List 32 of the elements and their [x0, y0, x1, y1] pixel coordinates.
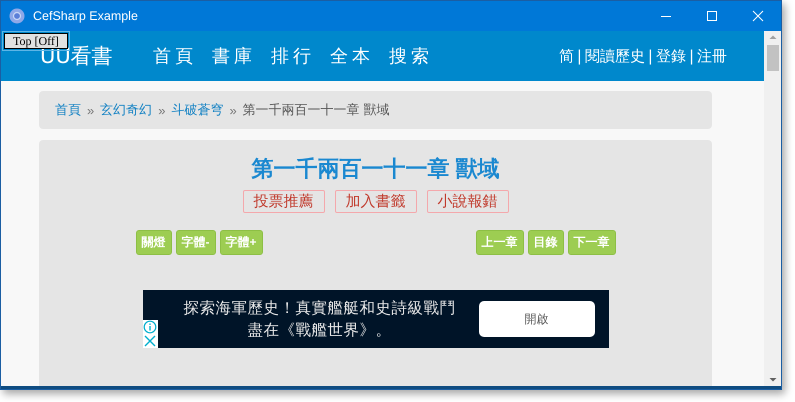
top-button[interactable]: Top [Off]: [4, 33, 68, 49]
user-link[interactable]: 閱讀歷史: [584, 46, 645, 66]
nav-link[interactable]: 書庫: [212, 44, 256, 68]
nav-link[interactable]: 全本: [330, 44, 374, 68]
separator: |: [576, 47, 582, 65]
nav-link[interactable]: 搜索: [388, 44, 433, 68]
separator: |: [648, 47, 653, 65]
breadcrumb-link[interactable]: 斗破蒼穹: [171, 101, 224, 119]
user-link[interactable]: 注冊: [697, 46, 727, 66]
window-title: CefSharp Example: [33, 9, 138, 23]
breadcrumb-separator: »: [158, 102, 166, 118]
scrollbar[interactable]: [764, 31, 781, 386]
breadcrumb-link[interactable]: 玄幻奇幻: [100, 101, 152, 119]
action-button[interactable]: 加入書籤: [334, 190, 416, 213]
action-button[interactable]: 投票推薦: [242, 190, 324, 213]
action-button[interactable]: 小說報錯: [426, 190, 508, 213]
separator: |: [688, 47, 694, 65]
breadcrumb-link[interactable]: 首頁: [55, 101, 81, 119]
user-link[interactable]: 简: [558, 46, 574, 66]
info-icon[interactable]: [143, 320, 157, 334]
ad-text: 探索海軍歷史！真實艦艇和史詩級戰鬥 盡在《戰艦世界》。: [182, 298, 456, 341]
breadcrumb-separator: »: [229, 102, 237, 118]
nav-link[interactable]: 首頁: [152, 44, 197, 68]
chapter-title: 第一千兩百一十一章 獸域: [251, 155, 500, 183]
browser-logo-icon: [9, 8, 25, 24]
close-icon[interactable]: [143, 334, 157, 348]
breadcrumb-separator: »: [87, 102, 94, 118]
nav-link[interactable]: 排行: [270, 44, 315, 68]
scroll-thumb[interactable]: [766, 45, 778, 71]
user-link[interactable]: 登錄: [656, 46, 686, 66]
breadcrumb-text: 第一千兩百一十一章 獸域: [242, 101, 390, 119]
open-button[interactable]: 開啟: [478, 301, 594, 337]
